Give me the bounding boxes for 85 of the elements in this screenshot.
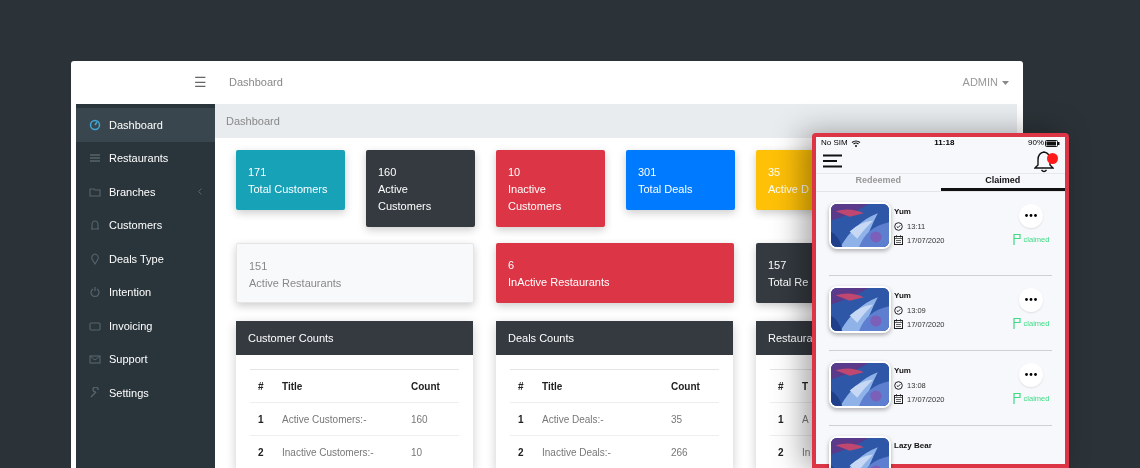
- stat-label: Total Re: [768, 275, 810, 290]
- stat-label: Total Customers: [248, 182, 329, 197]
- stat-label: InActive Restaurants: [508, 275, 611, 290]
- table-cell-text: Active Customers:-: [282, 412, 368, 427]
- stat-value: 35: [768, 165, 782, 180]
- table-cell-text: 1: [778, 412, 785, 427]
- deal-name: Yum: [894, 289, 912, 302]
- calendar-icon: [894, 394, 903, 405]
- table-cell-text: 2: [518, 445, 525, 460]
- column-header: Count: [411, 379, 440, 394]
- stat-label: Active D: [768, 182, 810, 197]
- more-icon: [1025, 298, 1037, 301]
- calendar-icon: [894, 319, 903, 330]
- stat-value: 151: [249, 259, 269, 274]
- more-icon: [1025, 214, 1037, 217]
- clock-icon: [894, 305, 903, 315]
- table-cell-text: Inactive Customers:-: [282, 445, 375, 460]
- column-header: Title: [542, 379, 564, 394]
- column-header: Title: [282, 379, 304, 394]
- more-icon: [1025, 373, 1037, 376]
- deal-name: Yum: [894, 205, 912, 218]
- carrier-label: No SIM: [821, 137, 848, 149]
- stat-label: Inactive Customers: [508, 182, 563, 214]
- flag-icon: [1012, 392, 1021, 404]
- stat-value: 160: [378, 165, 398, 180]
- bell-icon[interactable]: [1034, 150, 1054, 173]
- stat-label: Active Customers: [378, 182, 433, 214]
- battery-level: 90%: [1028, 137, 1044, 149]
- table-cell-text: 35: [671, 412, 683, 427]
- notification-badge: [1047, 153, 1058, 164]
- table-cell-text: 266: [671, 445, 688, 460]
- wrench-icon: [89, 386, 101, 399]
- clock-icon: [894, 221, 903, 231]
- stat-value: 6: [508, 258, 516, 273]
- card-title: Restaura: [768, 330, 813, 346]
- column-header: #: [778, 379, 785, 394]
- stat-value: 157: [768, 258, 788, 273]
- caret-icon: [1002, 80, 1009, 85]
- bell-icon: [89, 219, 101, 232]
- flag-icon: [1012, 317, 1021, 329]
- table-cell-text: 2: [258, 445, 265, 460]
- calendar-icon: [894, 235, 903, 246]
- folder-icon: [89, 185, 101, 198]
- table-cell-text: 10: [411, 445, 423, 460]
- menu-icon[interactable]: ☰: [194, 72, 207, 93]
- battery-icon: [1045, 139, 1060, 147]
- table-cell-text: Active Deals:-: [542, 412, 605, 427]
- table-cell-text: 160: [411, 412, 428, 427]
- tab[interactable]: Claimed: [940, 174, 1065, 191]
- table-cell-text: Inactive Deals:-: [542, 445, 612, 460]
- column-header: Count: [671, 379, 700, 394]
- table-cell-text: 1: [258, 412, 265, 427]
- more-button[interactable]: [1019, 287, 1043, 312]
- sidebar-item[interactable]: Dashboard: [76, 108, 215, 142]
- wifi-icon: [850, 139, 861, 147]
- column-header: #: [518, 379, 525, 394]
- breadcrumb: Dashboard: [226, 113, 280, 129]
- stat-value: 301: [638, 165, 658, 180]
- clock: 11:18: [933, 137, 956, 149]
- list-icon: [89, 152, 101, 165]
- stat-value: 10: [508, 165, 522, 180]
- more-button[interactable]: [1019, 362, 1043, 387]
- card-title: Deals Counts: [508, 330, 575, 346]
- flag-icon: [1012, 233, 1021, 245]
- table-cell-text: 1: [518, 412, 525, 427]
- clock-icon: [894, 380, 903, 390]
- column-header: T: [802, 379, 809, 394]
- table-cell-text: In: [802, 445, 811, 460]
- mail-icon: [89, 353, 101, 366]
- more-button[interactable]: [1019, 203, 1043, 228]
- column-header: #: [258, 379, 265, 394]
- stat-label: Total Deals: [638, 182, 694, 197]
- stat-label: Active Restaurants: [249, 276, 343, 291]
- stat-value: 171: [248, 165, 268, 180]
- menu-icon[interactable]: [823, 154, 843, 168]
- card-icon: [89, 319, 101, 332]
- gauge-icon: [89, 118, 101, 131]
- pin-icon: [89, 252, 101, 265]
- power-icon: [89, 286, 101, 299]
- deal-name: Lazy Bear: [894, 439, 933, 452]
- table-cell-text: A: [802, 412, 809, 427]
- card-title: Customer Counts: [248, 330, 334, 346]
- deal-name: Yum: [894, 364, 912, 377]
- table-cell-text: 2: [778, 445, 785, 460]
- page-title: Dashboard: [229, 75, 283, 91]
